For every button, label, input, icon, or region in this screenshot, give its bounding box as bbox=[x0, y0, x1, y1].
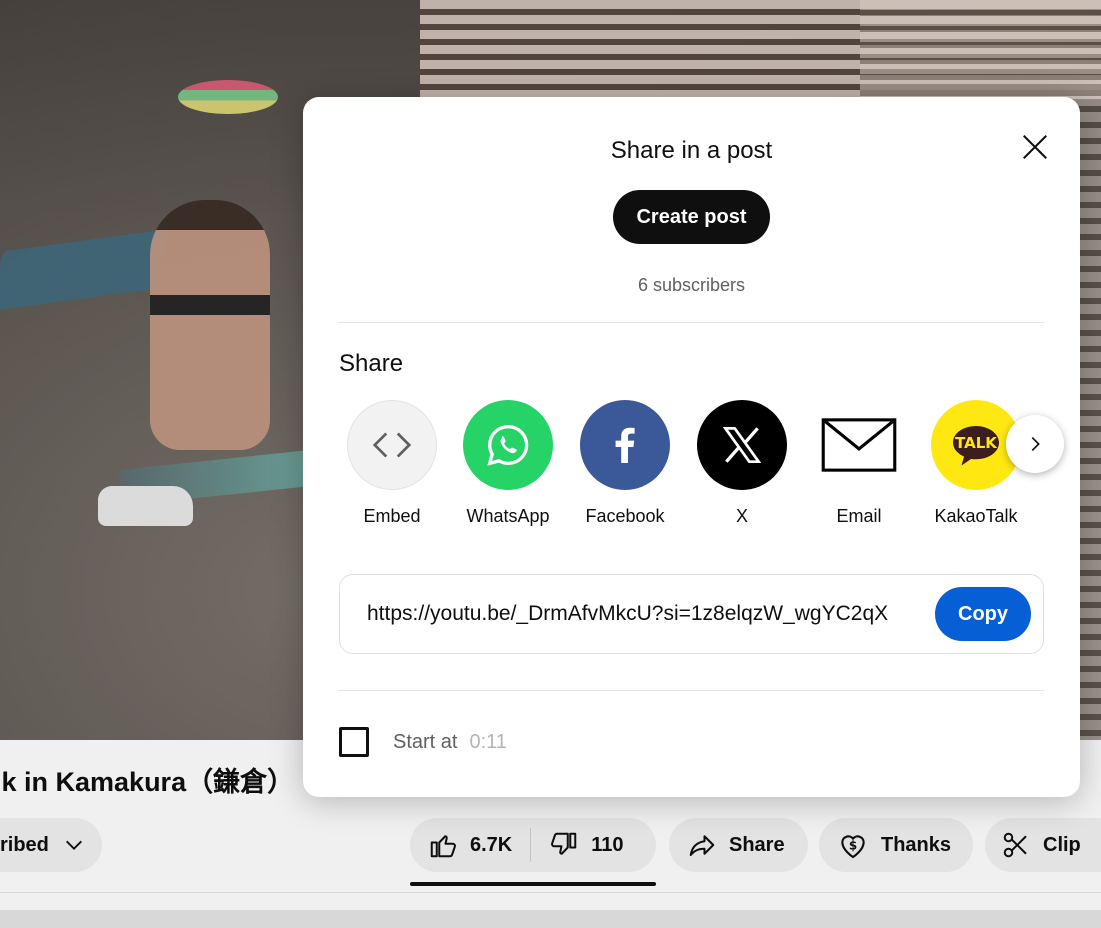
facebook-icon bbox=[580, 400, 670, 490]
start-at-checkbox[interactable] bbox=[339, 727, 369, 757]
share-target-x[interactable]: X bbox=[687, 400, 797, 527]
share-targets-row: Embed WhatsApp Facebook X Email TALK Kak… bbox=[343, 400, 1043, 530]
share-target-embed[interactable]: Embed bbox=[337, 400, 447, 527]
x-icon bbox=[697, 400, 787, 490]
kakaotalk-badge-text: TALK bbox=[955, 434, 998, 452]
share-target-label: KakaoTalk bbox=[934, 506, 1018, 526]
close-icon bbox=[1023, 135, 1047, 159]
start-at-row: Start at 0:11 bbox=[339, 727, 507, 757]
share-target-label: WhatsApp bbox=[466, 506, 550, 526]
share-target-label: Email bbox=[836, 506, 882, 526]
subscriber-count: 6 subscribers bbox=[637, 275, 746, 295]
copy-button[interactable]: Copy bbox=[935, 587, 1031, 641]
start-at-label: Start at bbox=[393, 730, 458, 753]
divider-top bbox=[338, 322, 1044, 323]
share-section-label: Share bbox=[339, 350, 404, 377]
share-url-box: https://youtu.be/_DrmAfvMkcU?si=1z8elqzW… bbox=[339, 574, 1044, 654]
share-target-facebook[interactable]: Facebook bbox=[570, 400, 680, 527]
share-url[interactable]: https://youtu.be/_DrmAfvMkcU?si=1z8elqzW… bbox=[367, 602, 888, 626]
dialog-title: Share in a post bbox=[610, 137, 773, 164]
whatsapp-icon bbox=[463, 400, 553, 490]
close-button[interactable] bbox=[1015, 127, 1055, 167]
share-target-label: X bbox=[735, 506, 748, 526]
email-icon bbox=[814, 400, 904, 490]
embed-icon bbox=[347, 400, 437, 490]
create-post-button[interactable]: Create post bbox=[613, 190, 770, 244]
share-dialog: Share in a post Create post 6 subscriber… bbox=[303, 97, 1080, 797]
share-target-whatsapp[interactable]: WhatsApp bbox=[453, 400, 563, 527]
chevron-right-icon bbox=[1031, 436, 1040, 452]
share-target-label: Facebook bbox=[585, 506, 665, 526]
scroll-next-button[interactable] bbox=[1006, 415, 1064, 473]
start-at-time[interactable]: 0:11 bbox=[469, 731, 506, 754]
share-target-email[interactable]: Email bbox=[804, 400, 914, 527]
divider-bottom bbox=[338, 690, 1044, 691]
share-target-label: Embed bbox=[363, 506, 421, 526]
